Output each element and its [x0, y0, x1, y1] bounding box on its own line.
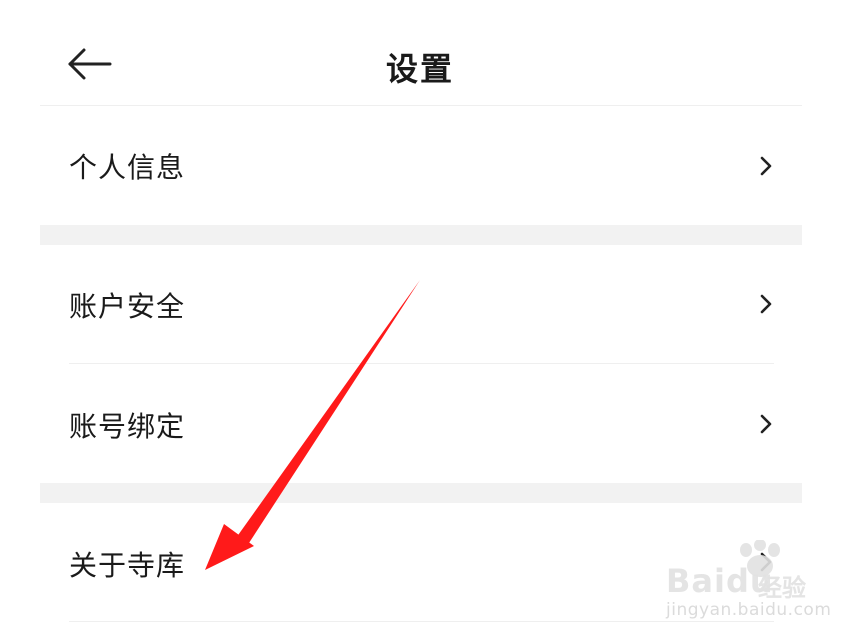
settings-page: 设置 个人信息 账户安全 账号绑定 关于寺库 Baidu 经验 jingyan.… — [0, 0, 867, 640]
watermark-sub: 经验 — [758, 574, 806, 602]
settings-item-label: 账号绑定 — [69, 410, 186, 443]
settings-item-label: 关于寺库 — [69, 549, 186, 582]
settings-item-account-security[interactable]: 账户安全 — [40, 245, 802, 363]
chevron-right-icon — [760, 156, 772, 176]
chevron-right-icon — [760, 294, 772, 314]
page-title: 设置 — [385, 50, 454, 88]
watermark-url: jingyan.baidu.com — [666, 600, 832, 620]
settings-item-label: 账户安全 — [69, 290, 186, 323]
header: 设置 — [0, 0, 867, 106]
settings-item-account-binding[interactable]: 账号绑定 — [40, 364, 802, 483]
watermark: Baidu 经验 jingyan.baidu.com — [660, 540, 832, 630]
chevron-right-icon — [760, 414, 772, 434]
settings-item-label: 个人信息 — [69, 151, 186, 184]
section-separator — [40, 225, 802, 245]
settings-item-personal-info[interactable]: 个人信息 — [40, 106, 802, 225]
section-separator — [40, 483, 802, 503]
